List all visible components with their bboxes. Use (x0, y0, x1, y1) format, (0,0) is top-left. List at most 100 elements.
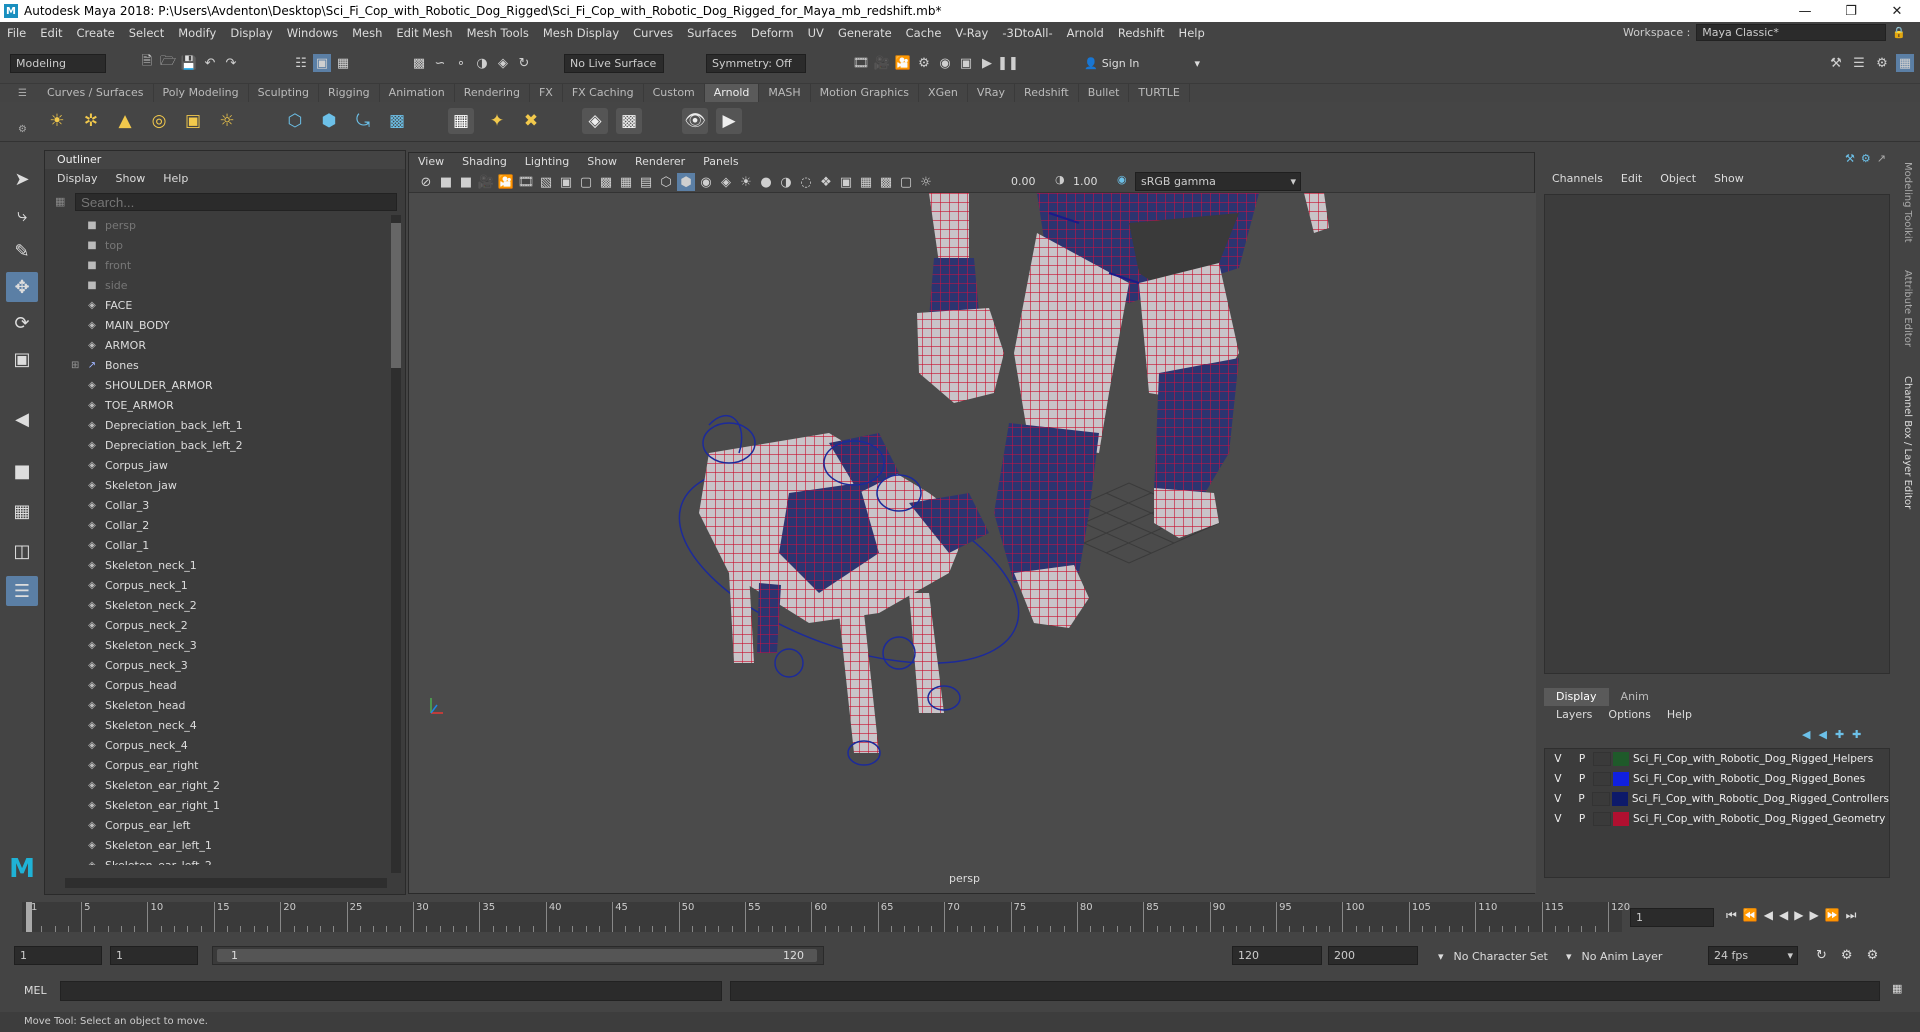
outliner-item[interactable]: ◈ Skeleton_neck_3 (45, 635, 387, 655)
menu-mesh-display[interactable]: Mesh Display (536, 26, 626, 40)
resolution-gate-icon[interactable]: ▢ (577, 173, 595, 191)
menu-v-ray[interactable]: V-Ray (948, 26, 995, 40)
outliner-item[interactable]: ◈ Depreciation_back_left_1 (45, 415, 387, 435)
menu-curves[interactable]: Curves (626, 26, 680, 40)
stand-in-icon[interactable]: ⬡ (282, 108, 308, 134)
layer-type-toggle[interactable] (1593, 772, 1611, 786)
use-all-lights-icon[interactable]: ☀ (737, 173, 755, 191)
select-object-icon[interactable]: ▣ (313, 54, 331, 72)
layer-type-toggle[interactable] (1592, 792, 1611, 806)
outliner-item[interactable]: ⊞ ↗ Bones (45, 355, 387, 375)
go-to-end-icon[interactable]: ⏭ (1846, 908, 1857, 923)
color-management-icon[interactable]: ◉ (1117, 173, 1127, 186)
script-editor-icon[interactable]: ▦ (1892, 982, 1902, 995)
undo-icon[interactable]: ↶ (201, 54, 219, 72)
redshift-render-icon[interactable]: ▶ (978, 54, 996, 72)
viewport-menu-renderer[interactable]: Renderer (626, 153, 694, 171)
anim-layer-icon[interactable]: ▾ (1566, 950, 1572, 963)
channel-box-menu-object[interactable]: Object (1660, 172, 1696, 185)
shelf-tab-custom[interactable]: Custom (644, 84, 705, 102)
field-chart-icon[interactable]: ▦ (617, 173, 635, 191)
scene-view[interactable]: persp (409, 193, 1536, 893)
minimize-icon[interactable]: — (1782, 0, 1828, 22)
outliner-item[interactable]: ◈ MAIN_BODY (45, 315, 387, 335)
playhead[interactable] (26, 902, 32, 932)
layer-tab-anim[interactable]: Anim (1609, 688, 1661, 706)
light-portal-icon[interactable]: ▣ (180, 108, 206, 134)
two-d-pan-icon[interactable]: 🎦 (497, 173, 515, 191)
layer-color-swatch[interactable] (1613, 772, 1629, 786)
safe-action-icon[interactable]: ▤ (637, 173, 655, 191)
layer-visibility-toggle[interactable]: V (1545, 793, 1571, 805)
outliner-item[interactable]: ■ side (45, 275, 387, 295)
layer-row[interactable]: V P Sci_Fi_Cop_with_Robotic_Dog_Rigged_Geo… (1545, 809, 1889, 829)
play-backwards-icon[interactable]: ◀ (1779, 908, 1788, 923)
workspace-select[interactable]: Maya Classic* (1696, 24, 1887, 41)
ipr-render-icon[interactable]: 🎦 (894, 54, 912, 72)
flush-cache-icon[interactable]: ▦ (448, 108, 474, 134)
shelf-tab-rendering[interactable]: Rendering (455, 84, 530, 102)
shelf-tab-bullet[interactable]: Bullet (1079, 84, 1130, 102)
shadows-icon[interactable]: ● (757, 173, 775, 191)
render-view-icon[interactable]: 🎥 (873, 54, 891, 72)
layer-row[interactable]: V P Sci_Fi_Cop_with_Robotic_Dog_Rigged_Bon… (1545, 769, 1889, 789)
go-to-start-icon[interactable]: ⏮ (1726, 908, 1737, 923)
channel-box-settings-icon[interactable]: ⚙ (1861, 152, 1871, 165)
character-set-icon[interactable]: ▾ (1438, 950, 1444, 963)
area-light-icon[interactable]: ☀ (44, 108, 70, 134)
outliner-item[interactable]: ◈ Corpus_neck_4 (45, 735, 387, 755)
shelf-tab-sculpting[interactable]: Sculpting (249, 84, 319, 102)
shelf-tab-xgen[interactable]: XGen (919, 84, 968, 102)
outliner-item[interactable]: ■ top (45, 235, 387, 255)
layer-playback-toggle[interactable]: P (1571, 793, 1593, 805)
side-tab-attribute-editor[interactable]: Attribute Editor (1902, 270, 1913, 347)
exposure-field[interactable]: 0.00 (1011, 175, 1051, 188)
grease-pencil-icon[interactable]: 🎞 (517, 173, 535, 191)
menu-uv[interactable]: UV (801, 26, 831, 40)
side-tab-channel-box[interactable]: Channel Box / Layer Editor (1902, 376, 1913, 509)
mel-input[interactable] (60, 981, 722, 1001)
smooth-shade-icon[interactable]: ⬢ (677, 173, 695, 191)
menu-file[interactable]: File (0, 26, 33, 40)
gamma-icon[interactable]: ◑ (1055, 173, 1065, 186)
layer-menu-layers[interactable]: Layers (1556, 708, 1592, 721)
menu-select[interactable]: Select (122, 26, 171, 40)
layer-menu-options[interactable]: Options (1608, 708, 1650, 721)
playback-start-field[interactable]: 1 (110, 946, 198, 965)
menu-modify[interactable]: Modify (171, 26, 223, 40)
auto-key-icon[interactable]: ⚙ (1841, 948, 1853, 963)
paint-select-tool-icon[interactable]: ✎ (6, 236, 38, 266)
end-time-field[interactable]: 200 (1328, 946, 1418, 965)
motion-blur-icon[interactable]: ◌ (797, 173, 815, 191)
outliner-item[interactable]: ◈ Corpus_ear_left (45, 815, 387, 835)
playback-end-field[interactable]: 120 (1232, 946, 1322, 965)
outliner-item[interactable]: ◈ Corpus_neck_2 (45, 615, 387, 635)
gamma-field[interactable]: 1.00 (1073, 175, 1113, 188)
step-back-key-icon[interactable]: ⏪ (1743, 908, 1758, 923)
snap-view-icon[interactable]: ◑ (473, 54, 491, 72)
channel-box-icon[interactable]: ▦ (1896, 54, 1914, 72)
select-camera-icon[interactable]: ⊘ (417, 173, 435, 191)
outliner-item[interactable]: ■ front (45, 255, 387, 275)
xray-joints-icon[interactable]: ▩ (877, 173, 895, 191)
outliner-item[interactable]: ◈ Depreciation_back_left_2 (45, 435, 387, 455)
close-icon[interactable]: ✕ (1874, 0, 1920, 22)
outliner-menu-help[interactable]: Help (163, 169, 188, 189)
wireframe-icon[interactable]: ⬡ (657, 173, 675, 191)
channel-box-dock-icon[interactable]: ⚒ (1845, 152, 1855, 165)
snap-grid-icon[interactable]: ▩ (410, 54, 428, 72)
four-view-layout-icon[interactable]: ▦ (6, 496, 38, 526)
layer-color-swatch[interactable] (1613, 752, 1629, 766)
filter-icon[interactable]: ▦ (55, 195, 65, 208)
anim-layer-select[interactable]: No Anim Layer (1582, 950, 1663, 963)
outliner-item[interactable]: ◈ Collar_1 (45, 535, 387, 555)
menu-redshift[interactable]: Redshift (1111, 26, 1172, 40)
shelf-tab-fx[interactable]: FX (530, 84, 563, 102)
mel-label[interactable]: MEL (24, 984, 47, 997)
film-gate-icon[interactable]: ▣ (557, 173, 575, 191)
outliner-item[interactable]: ◈ Skeleton_ear_right_2 (45, 775, 387, 795)
menu-windows[interactable]: Windows (280, 26, 345, 40)
outliner-item[interactable]: ◈ Corpus_jaw (45, 455, 387, 475)
character-set-select[interactable]: No Character Set (1454, 950, 1548, 963)
mesh-light-icon[interactable]: ✲ (78, 108, 104, 134)
